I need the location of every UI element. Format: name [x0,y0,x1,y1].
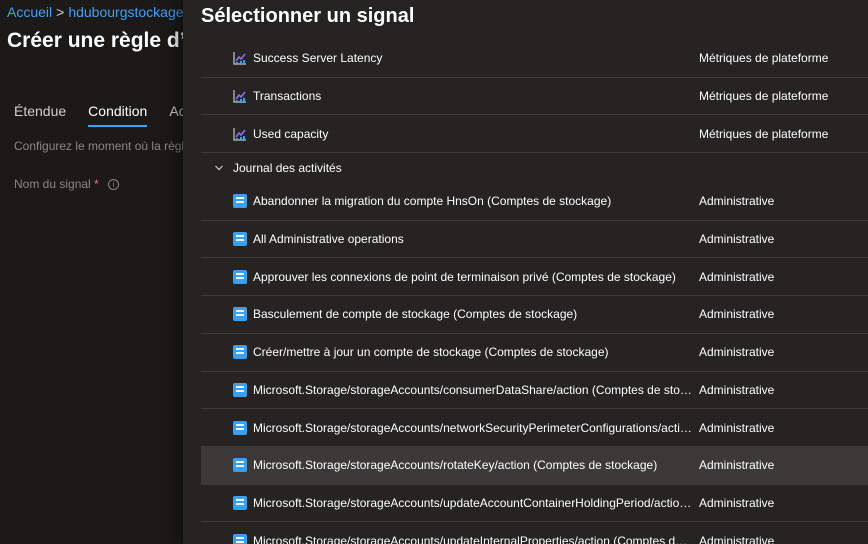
activity-log-icon [233,382,247,397]
activity-log-icon [233,269,247,284]
signal-name: All Administrative operations [253,232,404,247]
signal-row[interactable]: Transactions Métriques de plateforme [201,78,868,116]
breadcrumb-home-link[interactable]: Accueil [7,4,52,20]
metric-chart-icon [233,127,246,141]
signal-type: Administrative [699,382,775,397]
signal-row[interactable]: Approuver les connexions de point de ter… [201,258,868,297]
signal-row[interactable]: Créer/mettre à jour un compte de stockag… [201,334,868,372]
signal-type: Métriques de plateforme [699,126,829,141]
required-asterisk: * [94,177,99,191]
signal-name: Créer/mettre à jour un compte de stockag… [253,345,609,360]
panel-title: Sélectionner un signal [201,5,415,27]
select-signal-panel: Sélectionner un signal Success Server La… [183,0,868,544]
activity-log-icon [233,307,247,322]
signal-row-selected[interactable]: Microsoft.Storage/storageAccounts/rotate… [201,446,868,485]
signal-name: Microsoft.Storage/storageAccounts/consum… [253,382,693,397]
breadcrumb-separator: > [56,4,65,20]
signal-name: Abandonner la migration du compte HnsOn … [253,194,612,209]
signal-list: Success Server Latency Métriques de plat… [201,40,868,544]
signal-name: Success Server Latency [253,51,383,66]
signal-type: Métriques de plateforme [699,51,829,66]
signal-row[interactable]: Used capacity Métriques de plateforme [201,115,868,154]
tab-bar: Étendue Condition Actio [14,103,200,127]
signal-type: Administrative [699,232,775,247]
signal-type: Administrative [699,420,775,435]
activity-log-icon [233,533,247,544]
signal-type: Administrative [699,307,775,322]
signal-type: Métriques de plateforme [699,89,829,104]
signal-row[interactable]: Microsoft.Storage/storageAccounts/update… [201,485,868,523]
signal-name-label: Nom du signal * i [14,177,120,191]
signal-row[interactable]: Microsoft.Storage/storageAccounts/update… [201,522,868,544]
signal-name: Microsoft.Storage/storageAccounts/rotate… [253,458,658,473]
signal-name: Microsoft.Storage/storageAccounts/networ… [253,420,693,435]
signal-name: Basculement de compte de stockage (Compt… [253,307,578,322]
group-header-activity-log[interactable]: Journal des activités [201,153,868,183]
metric-chart-icon [233,90,246,103]
signal-type: Administrative [699,458,775,473]
page-title: Créer une règle d’a [7,29,198,52]
signal-type: Administrative [699,345,775,360]
signal-name: Transactions [253,89,322,104]
signal-row[interactable]: Basculement de compte de stockage (Compt… [201,296,868,334]
breadcrumb: Accueil > hdubourgstockage | / [7,4,199,20]
signal-name: Microsoft.Storage/storageAccounts/update… [253,533,693,544]
condition-description: Configurez le moment où la règle [14,139,191,153]
signal-row[interactable]: Microsoft.Storage/storageAccounts/consum… [201,372,868,410]
signal-type: Administrative [699,533,775,544]
metric-chart-icon [233,52,246,65]
chevron-down-icon [215,165,223,171]
activity-log-icon [233,458,247,473]
tab-scope[interactable]: Étendue [14,103,66,127]
tab-condition[interactable]: Condition [88,103,148,127]
activity-log-icon [233,194,247,209]
signal-type: Administrative [699,194,775,209]
signal-row[interactable]: Success Server Latency Métriques de plat… [201,40,868,78]
signal-type: Administrative [699,495,775,510]
signal-row[interactable]: Microsoft.Storage/storageAccounts/networ… [201,409,868,447]
signal-type: Administrative [699,269,775,284]
info-icon[interactable]: i [108,179,120,191]
activity-log-icon [233,345,247,360]
group-label: Journal des activités [233,161,342,176]
signal-name: Approuver les connexions de point de ter… [253,269,676,284]
breadcrumb-resource-link[interactable]: hdubourgstockage | / [68,4,199,20]
signal-name-label-text: Nom du signal [14,177,91,191]
signal-row[interactable]: Abandonner la migration du compte HnsOn … [201,183,868,221]
signal-name: Microsoft.Storage/storageAccounts/update… [253,495,693,510]
activity-log-icon [233,495,247,510]
signal-row[interactable]: All Administrative operations Administra… [201,221,868,259]
signal-name: Used capacity [253,126,329,141]
activity-log-icon [233,420,247,435]
activity-log-icon [233,232,247,247]
